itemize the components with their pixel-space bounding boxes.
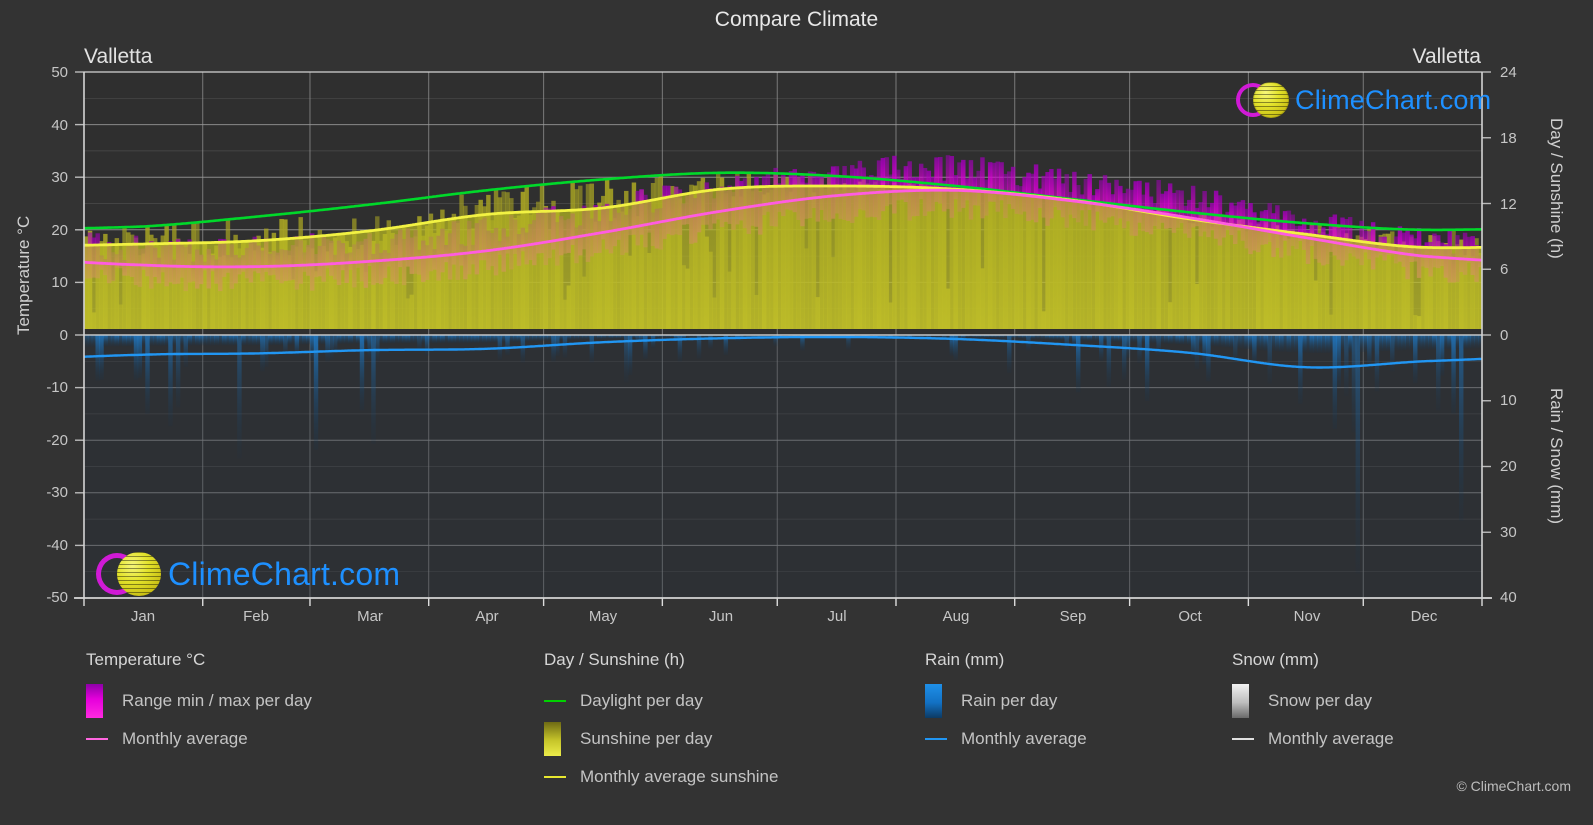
legend-swatch-range-icon: [86, 684, 110, 718]
left-tick-m40: -40: [46, 537, 68, 554]
legend-swatch-line-icon: [1232, 738, 1256, 740]
legend-swatch-line-icon: [86, 738, 110, 740]
legend-item-label: Daylight per day: [580, 691, 703, 710]
right-tick-rain-30: 30: [1500, 524, 1517, 541]
legend-item-label: Monthly average: [961, 729, 1087, 748]
x-tick-sep: Sep: [1059, 608, 1087, 625]
legend-group-day-sunshine: Day / Sunshine (h) Daylight per day Suns…: [544, 650, 778, 796]
daylight-line: [84, 171, 1482, 232]
legend-swatch-rain-icon: [925, 684, 949, 718]
logo-sphere-stripes: [117, 552, 161, 596]
left-tick-m30: -30: [46, 484, 68, 501]
sunshine-average-line: [84, 184, 1482, 250]
legend-item: Monthly average: [1232, 720, 1394, 758]
legend-item-label: Sunshine per day: [580, 729, 713, 748]
x-tick-jan: Jan: [130, 608, 156, 625]
chart-legend: Temperature °C Range min / max per day M…: [0, 650, 1593, 825]
legend-group-title: Temperature °C: [86, 650, 206, 669]
legend-item: Monthly average sunshine: [544, 758, 778, 796]
climate-chart-root: Compare Climate Valletta Valletta Temper…: [0, 0, 1593, 825]
left-tick-0: 0: [59, 327, 68, 344]
legend-item-label: Monthly average sunshine: [580, 767, 779, 786]
legend-group-title: Day / Sunshine (h): [544, 650, 685, 669]
right-tick-18: 18: [1500, 130, 1517, 147]
watermark-logo-bottom: ClimeChart.com: [96, 552, 400, 596]
legend-group-rain: Rain (mm) Rain per day Monthly average: [925, 650, 1087, 758]
legend-group-temperature: Temperature °C Range min / max per day M…: [86, 650, 312, 758]
watermark-logo-top: ClimeChart.com: [1236, 82, 1491, 118]
grid-lines: [84, 71, 1483, 599]
legend-item: Range min / max per day: [86, 682, 312, 720]
x-tick-may: May: [588, 608, 618, 625]
legend-item-label: Range min / max per day: [122, 691, 312, 710]
logo-sphere-stripes: [1253, 82, 1289, 118]
x-tick-aug: Aug: [942, 608, 970, 625]
legend-item-label: Snow per day: [1268, 691, 1372, 710]
sunshine-daily-bars: [84, 172, 1482, 329]
legend-swatch-snow-icon: [1232, 684, 1256, 718]
x-tick-apr: Apr: [475, 608, 499, 625]
legend-item-label: Monthly average: [122, 729, 248, 748]
series-lines: [84, 171, 1482, 369]
legend-item: Sunshine per day: [544, 720, 778, 758]
right-axis-title-bottom: Rain / Snow (mm): [1547, 388, 1566, 525]
legend-group-title: Snow (mm): [1232, 650, 1319, 669]
x-tick-nov: Nov: [1293, 608, 1321, 625]
logo-text: ClimeChart.com: [1295, 84, 1492, 115]
legend-swatch-line-icon: [544, 776, 568, 778]
legend-item: Monthly average: [925, 720, 1087, 758]
left-tick-m50: -50: [46, 589, 68, 606]
right-axis-title-top: Day / Sunshine (h): [1547, 118, 1566, 259]
right-tick-6: 6: [1500, 261, 1509, 278]
legend-group-snow: Snow (mm) Snow per day Monthly average: [1232, 650, 1394, 758]
legend-swatch-sunshine-icon: [544, 722, 568, 756]
x-tick-jun: Jun: [708, 608, 734, 625]
right-tick-12: 12: [1500, 196, 1517, 213]
left-tick-30: 30: [51, 169, 68, 186]
right-tick-rain-40: 40: [1500, 589, 1517, 606]
right-tick-rain-20: 20: [1500, 458, 1517, 475]
logo-text: ClimeChart.com: [168, 555, 401, 592]
x-tick-mar: Mar: [357, 608, 383, 625]
x-tick-jul: Jul: [827, 608, 847, 625]
copyright-label: © ClimeChart.com: [1456, 778, 1571, 794]
temperature-average-line: [84, 188, 1482, 269]
legend-swatch-line-icon: [544, 700, 568, 702]
left-tick-20: 20: [51, 222, 68, 239]
plot-frame: [74, 71, 1492, 606]
left-tick-50: 50: [51, 64, 68, 81]
right-tick-rain-10: 10: [1500, 392, 1517, 409]
x-tick-feb: Feb: [243, 608, 269, 625]
legend-item: Snow per day: [1232, 682, 1394, 720]
left-tick-40: 40: [51, 117, 68, 134]
right-tick-0: 0: [1500, 327, 1509, 344]
rain-average-line: [84, 335, 1482, 369]
x-tick-oct: Oct: [1178, 608, 1202, 625]
temperature-range-bars: [84, 155, 1482, 292]
legend-swatch-line-icon: [925, 738, 949, 740]
legend-item: Daylight per day: [544, 682, 778, 720]
right-tick-24: 24: [1500, 64, 1517, 81]
sunshine-area: [84, 186, 1482, 329]
left-tick-m20: -20: [46, 432, 68, 449]
page-title: Compare Climate: [714, 8, 879, 31]
legend-item-label: Monthly average: [1268, 729, 1394, 748]
x-tick-dec: Dec: [1410, 608, 1438, 625]
left-tick-10: 10: [51, 274, 68, 291]
legend-item: Rain per day: [925, 682, 1087, 720]
city-label-left: Valletta: [84, 45, 153, 68]
left-tick-m10: -10: [46, 379, 68, 396]
legend-group-title: Rain (mm): [925, 650, 1005, 669]
legend-item-label: Rain per day: [961, 691, 1058, 710]
legend-item: Monthly average: [86, 720, 312, 758]
city-label-right: Valletta: [1412, 45, 1482, 68]
